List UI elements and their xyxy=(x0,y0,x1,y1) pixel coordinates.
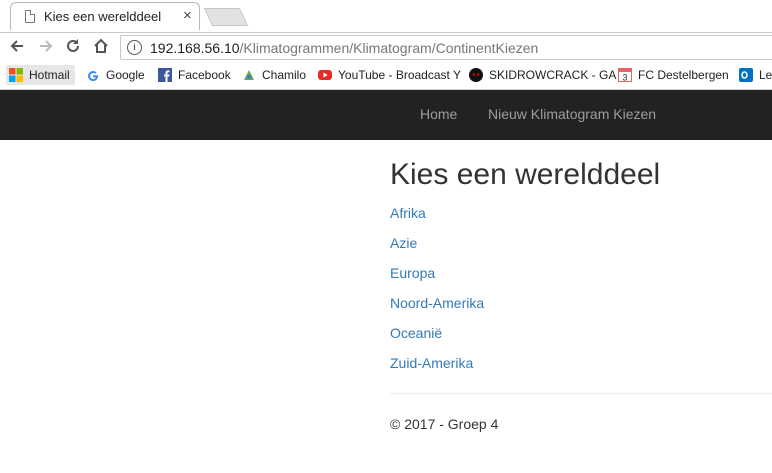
bookmark-label: Le xyxy=(759,68,772,82)
bookmark-skidrowcrack[interactable]: SKIDROWCRACK - GA xyxy=(469,65,616,85)
nav-link-nieuw-klimatogram[interactable]: Nieuw Klimatogram Kiezen xyxy=(488,106,656,122)
continent-link-oceanie[interactable]: Oceanië xyxy=(390,325,442,341)
bookmark-label: FC Destelbergen xyxy=(638,68,729,82)
back-arrow-icon[interactable] xyxy=(7,37,27,59)
bookmark-outlook[interactable]: Le xyxy=(739,65,772,85)
bookmark-fc-destelbergen[interactable]: 3 FC Destelbergen xyxy=(618,65,729,85)
facebook-icon xyxy=(158,68,172,82)
bookmark-hotmail[interactable]: Hotmail xyxy=(6,65,75,85)
new-tab-button[interactable] xyxy=(203,8,249,26)
home-icon[interactable] xyxy=(91,37,111,59)
continent-link-europa[interactable]: Europa xyxy=(390,265,435,281)
footer-text: © 2017 - Groep 4 xyxy=(390,416,499,432)
url-host: 192.168.56.10 xyxy=(150,40,240,56)
tab-title: Kies een werelddeel xyxy=(44,9,162,24)
bookmark-google[interactable]: Google xyxy=(86,65,145,85)
windows-logo-icon xyxy=(9,68,23,82)
chamilo-icon xyxy=(242,68,256,82)
page-icon xyxy=(25,10,35,23)
google-g-icon xyxy=(86,68,100,82)
tab-strip: Kies een werelddeel × xyxy=(0,0,772,32)
bookmark-label: Chamilo xyxy=(262,68,307,82)
continent-link-zuid-amerika[interactable]: Zuid-Amerika xyxy=(390,355,473,371)
calendar-3-icon: 3 xyxy=(618,68,632,83)
continent-link-noord-amerika[interactable]: Noord-Amerika xyxy=(390,295,484,311)
outlook-icon xyxy=(739,68,753,82)
url-text[interactable]: 192.168.56.10/Klimatogrammen/Klimatogram… xyxy=(150,40,538,56)
bookmark-chamilo[interactable]: Chamilo xyxy=(242,65,306,85)
reload-icon[interactable] xyxy=(63,37,83,59)
bookmark-facebook[interactable]: Facebook xyxy=(158,65,231,85)
address-bar[interactable]: i 192.168.56.10/Klimatogrammen/Klimatogr… xyxy=(120,35,772,60)
bookmark-label: Hotmail xyxy=(29,68,70,82)
browser-tab[interactable]: Kies een werelddeel × xyxy=(10,2,200,30)
bookmarks-bar: Hotmail Google Facebook Chamilo YouTube … xyxy=(0,62,772,90)
nav-link-home[interactable]: Home xyxy=(420,106,457,122)
bookmark-youtube[interactable]: YouTube - Broadcast Y xyxy=(318,65,461,85)
svg-text:3: 3 xyxy=(622,73,627,83)
forward-arrow-icon[interactable] xyxy=(36,37,56,59)
close-tab-icon[interactable]: × xyxy=(183,7,192,24)
page-title: Kies een werelddeel xyxy=(390,158,661,191)
continent-link-afrika[interactable]: Afrika xyxy=(390,205,426,221)
youtube-icon xyxy=(318,68,332,82)
url-path: /Klimatogrammen/Klimatogram/ContinentKie… xyxy=(239,40,539,56)
browser-toolbar: i 192.168.56.10/Klimatogrammen/Klimatogr… xyxy=(0,32,772,63)
bookmark-label: Facebook xyxy=(178,68,231,82)
site-navbar: Home Nieuw Klimatogram Kiezen xyxy=(0,90,772,140)
continent-link-azie[interactable]: Azie xyxy=(390,235,417,251)
skull-icon xyxy=(469,68,483,82)
info-icon[interactable]: i xyxy=(127,40,142,55)
footer-divider xyxy=(390,393,772,394)
bookmark-label: YouTube - Broadcast Y xyxy=(338,68,461,82)
bookmark-label: Google xyxy=(106,68,145,82)
bookmark-label: SKIDROWCRACK - GA xyxy=(489,68,617,82)
